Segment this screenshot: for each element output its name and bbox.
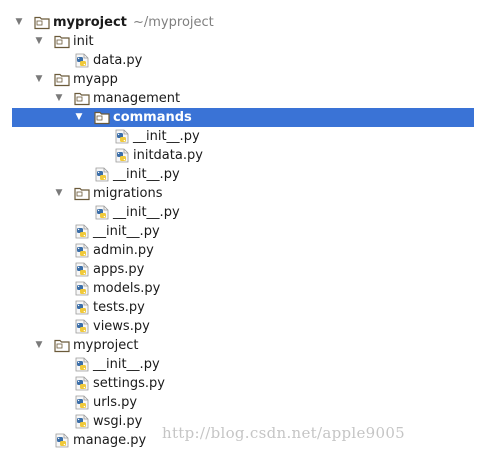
tree-row-init-py[interactable]: __init__.py (0, 203, 483, 222)
python-file-icon (74, 262, 90, 277)
tree-row-init-py[interactable]: __init__.py (0, 222, 483, 241)
python-file-icon (74, 281, 90, 296)
python-file-icon (74, 224, 90, 239)
tree-item-label: data.py (93, 53, 143, 68)
folder-icon (74, 186, 90, 201)
tree-row-apps-py[interactable]: apps.py (0, 260, 483, 279)
tree-item-label: apps.py (93, 262, 145, 277)
tree-row-myproject[interactable]: ▼ myproject ~/myproject (0, 13, 483, 32)
python-file-icon (74, 53, 90, 68)
folder-icon (54, 34, 70, 49)
watermark: http://blog.csdn.net/apple9005 (162, 424, 406, 442)
tree-item-label: migrations (93, 186, 163, 201)
python-file-icon (94, 205, 110, 220)
tree-item-label: __init__.py (113, 167, 180, 182)
tree-item-label: myproject (73, 338, 139, 353)
folder-icon (74, 91, 90, 106)
python-file-icon (74, 357, 90, 372)
folder-icon (54, 72, 70, 87)
tree-row-init-py[interactable]: __init__.py (0, 127, 483, 146)
expand-arrow-icon[interactable]: ▼ (53, 184, 65, 203)
tree-row-migrations[interactable]: ▼ migrations (0, 184, 483, 203)
tree-row-init-py[interactable]: __init__.py (0, 165, 483, 184)
tree-item-label: wsgi.py (93, 414, 143, 429)
folder-icon (34, 15, 50, 30)
tree-item-label: settings.py (93, 376, 165, 391)
expand-arrow-icon[interactable]: ▼ (33, 336, 45, 355)
tree-item-label: __init__.py (133, 129, 200, 144)
python-file-icon (114, 129, 130, 144)
tree-item-label: init (73, 34, 94, 49)
tree-row-settings-py[interactable]: settings.py (0, 374, 483, 393)
tree-item-label: __init__.py (93, 224, 160, 239)
tree-row-init[interactable]: ▼ init (0, 32, 483, 51)
expand-arrow-icon[interactable]: ▼ (13, 13, 25, 32)
python-file-icon (74, 243, 90, 258)
tree-row-commands[interactable]: ▼ commands (0, 108, 483, 127)
project-path-note: ~/myproject (133, 15, 214, 30)
tree-item-label: initdata.py (133, 148, 203, 163)
expand-arrow-icon[interactable]: ▼ (53, 89, 65, 108)
expand-arrow-icon[interactable]: ▼ (33, 70, 45, 89)
tree-item-label: admin.py (93, 243, 154, 258)
python-file-icon (74, 319, 90, 334)
tree-item-label: manage.py (73, 433, 147, 448)
folder-icon (94, 110, 110, 125)
tree-item-label: models.py (93, 281, 161, 296)
tree-row-views-py[interactable]: views.py (0, 317, 483, 336)
expand-arrow-icon[interactable]: ▼ (73, 108, 85, 127)
tree-row-management[interactable]: ▼ management (0, 89, 483, 108)
tree-row-models-py[interactable]: models.py (0, 279, 483, 298)
tree-row-urls-py[interactable]: urls.py (0, 393, 483, 412)
tree-item-label: myapp (73, 72, 118, 87)
tree-item-label: myproject (53, 15, 127, 30)
tree-item-label: __init__.py (93, 357, 160, 372)
python-file-icon (74, 395, 90, 410)
tree-item-label: views.py (93, 319, 150, 334)
python-file-icon (94, 167, 110, 182)
tree-item-label: tests.py (93, 300, 145, 315)
tree-row-tests-py[interactable]: tests.py (0, 298, 483, 317)
tree-item-label: commands (113, 110, 192, 125)
tree-row-initdata-py[interactable]: initdata.py (0, 146, 483, 165)
tree-row-data-py[interactable]: data.py (0, 51, 483, 70)
folder-icon (54, 338, 70, 353)
tree-item-label: management (93, 91, 181, 106)
expand-arrow-icon[interactable]: ▼ (33, 32, 45, 51)
project-tree: ▼ myproject ~/myproject ▼ init data.py ▼ my… (0, 0, 483, 460)
tree-row-init-py[interactable]: __init__.py (0, 355, 483, 374)
python-file-icon (74, 300, 90, 315)
python-file-icon (114, 148, 130, 163)
tree-item-label: urls.py (93, 395, 138, 410)
python-file-icon (54, 433, 70, 448)
python-file-icon (74, 376, 90, 391)
tree-row-myproject[interactable]: ▼ myproject (0, 336, 483, 355)
tree-row-myapp[interactable]: ▼ myapp (0, 70, 483, 89)
tree-item-label: __init__.py (113, 205, 180, 220)
python-file-icon (74, 414, 90, 429)
tree-row-admin-py[interactable]: admin.py (0, 241, 483, 260)
